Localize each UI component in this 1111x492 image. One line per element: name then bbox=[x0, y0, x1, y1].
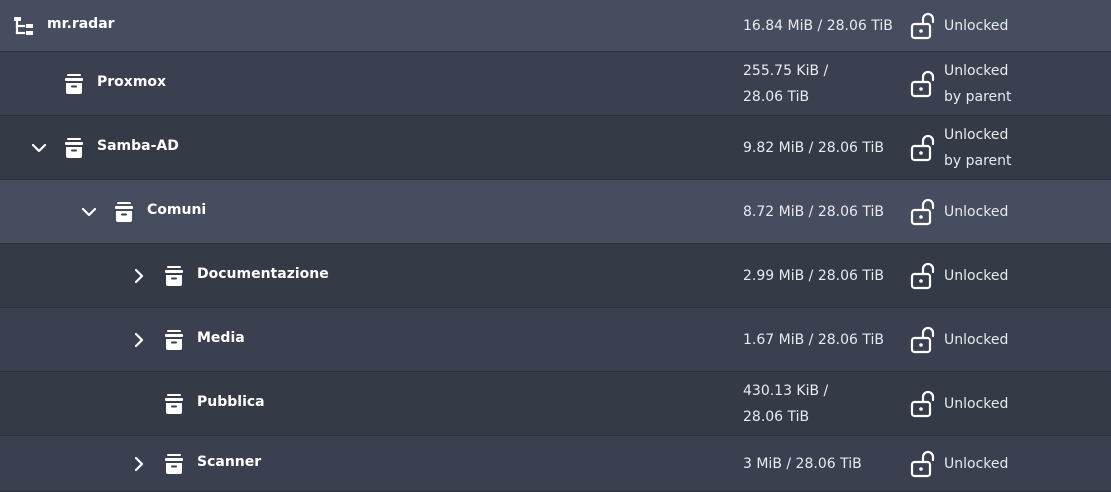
dataset-icon bbox=[162, 392, 186, 416]
encryption-status: Unlocked bbox=[944, 202, 1008, 222]
unlock-icon[interactable] bbox=[909, 390, 937, 418]
dataset-name[interactable]: Scanner bbox=[197, 454, 261, 470]
encryption-status: Unlocked bbox=[944, 330, 1008, 350]
dataset-row[interactable]: mr.radar 16.84 MiB / 28.06 TiB Unlocked bbox=[0, 0, 1111, 52]
encryption-status: Unlocked bbox=[944, 266, 1008, 286]
dataset-tree: mr.radar 16.84 MiB / 28.06 TiB Unlocked Pro… bbox=[0, 0, 1111, 492]
dataset-name[interactable]: Proxmox bbox=[97, 74, 166, 90]
usage-line: 9.82 MiB / 28.06 TiB bbox=[743, 140, 884, 156]
status-line: by parent bbox=[944, 153, 1012, 169]
dataset-row[interactable]: Samba-AD 9.82 MiB / 28.06 TiB Unlocked by p… bbox=[0, 116, 1111, 180]
dataset-usage: 2.99 MiB / 28.06 TiB bbox=[743, 266, 884, 286]
chevron-right-icon[interactable] bbox=[129, 454, 149, 474]
chevron-right-icon[interactable] bbox=[129, 330, 149, 350]
encryption-status: Unlocked by parent bbox=[944, 58, 1012, 110]
unlock-icon[interactable] bbox=[909, 134, 937, 162]
usage-line: 28.06 TiB bbox=[743, 89, 810, 105]
dataset-icon bbox=[62, 136, 86, 160]
dataset-row[interactable]: Scanner 3 MiB / 28.06 TiB Unlocked bbox=[0, 436, 1111, 492]
dataset-name[interactable]: Comuni bbox=[147, 202, 206, 218]
dataset-icon bbox=[162, 264, 186, 288]
chevron-right-icon[interactable] bbox=[129, 266, 149, 286]
dataset-row[interactable]: Comuni 8.72 MiB / 28.06 TiB Unlocked bbox=[0, 180, 1111, 244]
dataset-usage: 1.67 MiB / 28.06 TiB bbox=[743, 330, 884, 350]
status-line: Unlocked bbox=[944, 18, 1009, 34]
dataset-name[interactable]: Media bbox=[197, 330, 245, 346]
dataset-usage: 9.82 MiB / 28.06 TiB bbox=[743, 138, 884, 158]
unlock-icon[interactable] bbox=[909, 70, 937, 98]
dataset-row[interactable]: Pubblica 430.13 KiB / 28.06 TiB Unlocked bbox=[0, 372, 1111, 436]
tree-root-icon bbox=[12, 14, 36, 38]
dataset-row[interactable]: Proxmox 255.75 KiB / 28.06 TiB Unlocked by p… bbox=[0, 52, 1111, 116]
status-line: Unlocked bbox=[944, 332, 1009, 348]
dataset-usage: 255.75 KiB / 28.06 TiB bbox=[743, 58, 828, 110]
unlock-icon[interactable] bbox=[909, 198, 937, 226]
dataset-icon bbox=[62, 72, 86, 96]
usage-line: 8.72 MiB / 28.06 TiB bbox=[743, 204, 884, 220]
dataset-usage: 3 MiB / 28.06 TiB bbox=[743, 454, 862, 474]
status-line: Unlocked bbox=[944, 456, 1009, 472]
unlock-icon[interactable] bbox=[909, 450, 937, 478]
encryption-status: Unlocked by parent bbox=[944, 122, 1012, 174]
usage-line: 16.84 MiB / 28.06 TiB bbox=[743, 18, 893, 34]
dataset-icon bbox=[112, 200, 136, 224]
dataset-usage: 8.72 MiB / 28.06 TiB bbox=[743, 202, 884, 222]
status-line: Unlocked bbox=[944, 396, 1009, 412]
dataset-icon bbox=[162, 452, 186, 476]
dataset-usage: 430.13 KiB / 28.06 TiB bbox=[743, 378, 828, 430]
usage-line: 2.99 MiB / 28.06 TiB bbox=[743, 268, 884, 284]
status-line: Unlocked bbox=[944, 127, 1009, 143]
usage-line: 1.67 MiB / 28.06 TiB bbox=[743, 332, 884, 348]
usage-line: 430.13 KiB / bbox=[743, 383, 829, 399]
encryption-status: Unlocked bbox=[944, 16, 1008, 36]
usage-line: 28.06 TiB bbox=[743, 409, 810, 425]
usage-line: 3 MiB / 28.06 TiB bbox=[743, 456, 862, 472]
dataset-name[interactable]: Pubblica bbox=[197, 394, 265, 410]
dataset-row[interactable]: Documentazione 2.99 MiB / 28.06 TiB Unlock… bbox=[0, 244, 1111, 308]
unlock-icon[interactable] bbox=[909, 12, 937, 40]
status-line: by parent bbox=[944, 89, 1012, 105]
usage-line: 255.75 KiB / bbox=[743, 63, 829, 79]
dataset-name[interactable]: Samba-AD bbox=[97, 138, 179, 154]
dataset-name[interactable]: mr.radar bbox=[47, 16, 115, 32]
chevron-down-icon[interactable] bbox=[29, 138, 49, 158]
dataset-icon bbox=[162, 328, 186, 352]
status-line: Unlocked bbox=[944, 204, 1009, 220]
status-line: Unlocked bbox=[944, 63, 1009, 79]
status-line: Unlocked bbox=[944, 268, 1009, 284]
encryption-status: Unlocked bbox=[944, 454, 1008, 474]
unlock-icon[interactable] bbox=[909, 262, 937, 290]
unlock-icon[interactable] bbox=[909, 326, 937, 354]
encryption-status: Unlocked bbox=[944, 394, 1008, 414]
chevron-down-icon[interactable] bbox=[79, 202, 99, 222]
dataset-row[interactable]: Media 1.67 MiB / 28.06 TiB Unlocked bbox=[0, 308, 1111, 372]
dataset-usage: 16.84 MiB / 28.06 TiB bbox=[743, 16, 893, 36]
dataset-name[interactable]: Documentazione bbox=[197, 266, 329, 282]
